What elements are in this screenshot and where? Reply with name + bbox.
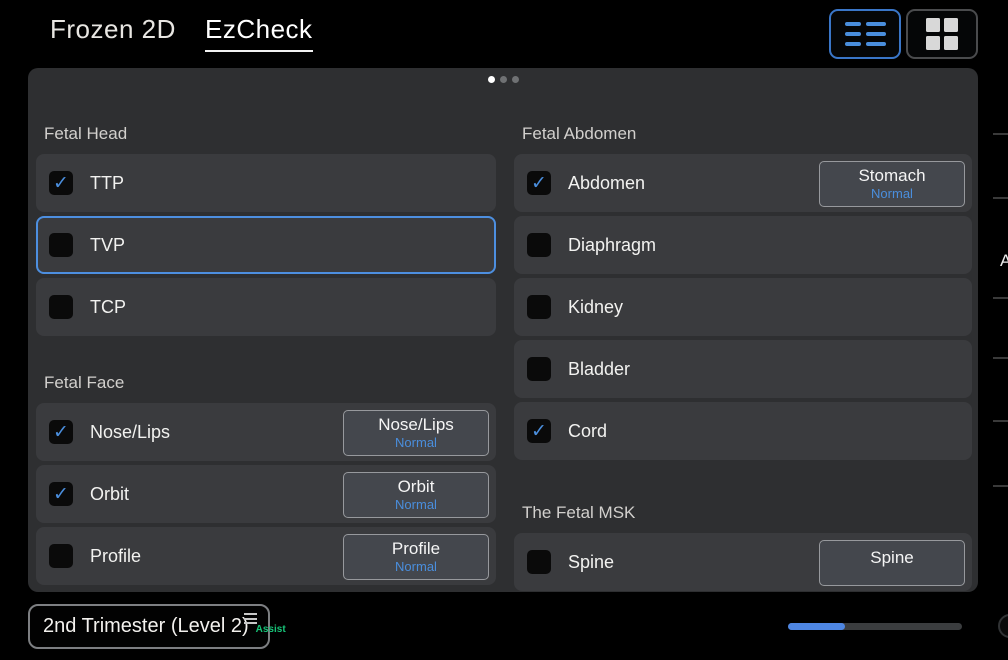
assist-badge: Assist [256,624,286,635]
checkbox-nose-lips[interactable]: ✓ [49,420,73,444]
checkbox-cord[interactable]: ✓ [527,419,551,443]
item-label: Kidney [568,297,623,318]
edge-button-fragment [998,614,1008,638]
status-button-value: Normal [871,186,913,202]
list-icon [845,22,886,46]
checkbox-diaphragm[interactable] [527,233,551,257]
status-button-label: Nose/Lips [378,415,454,435]
status-button-nose-lips[interactable]: Nose/LipsNormal [343,410,489,456]
status-button-value: Normal [395,497,437,513]
focal-marker-label: A [1000,251,1008,271]
depth-tick [993,197,1008,199]
checkbox-profile[interactable] [49,544,73,568]
check-item-profile[interactable]: ProfileProfileNormal [36,527,496,585]
check-icon: ✓ [53,485,69,504]
item-label: Abdomen [568,173,645,194]
depth-tick [993,133,1008,135]
checkbox-bladder[interactable] [527,357,551,381]
check-item-tcp[interactable]: TCP [36,278,496,336]
item-label: TTP [90,173,124,194]
item-label: TVP [90,235,125,256]
section-title: Fetal Abdomen [522,124,972,144]
ezcheck-panel: Fetal Head ✓ TTP TVP TCP Fetal Face ✓ Nose/Lips… [28,68,978,592]
hamburger-icon[interactable] [244,613,257,624]
item-label: Profile [90,546,141,567]
check-item-spine[interactable]: Spine Spine [514,533,972,591]
status-button-label: Spine [870,548,913,568]
checkbox-orbit[interactable]: ✓ [49,482,73,506]
section-the-fetal-msk: The Fetal MSK Spine Spine [514,503,972,591]
depth-tick [993,357,1008,359]
checkbox-tvp[interactable] [49,233,73,257]
check-item-bladder[interactable]: Bladder [514,340,972,398]
depth-tick [993,420,1008,422]
check-icon: ✓ [531,422,547,441]
item-label: Cord [568,421,607,442]
section-fetal-face: Fetal Face✓Nose/LipsNose/LipsNormal✓Orbi… [36,373,496,585]
tab-ezcheck[interactable]: EzCheck [205,14,313,52]
item-label: Bladder [568,359,630,380]
preset-label: 2nd Trimester (Level 2) [43,615,249,638]
check-icon: ✓ [53,174,69,193]
check-item-ttp[interactable]: ✓ TTP [36,154,496,212]
check-item-tvp[interactable]: TVP [36,216,496,274]
section-title: Fetal Face [44,373,496,393]
item-label: Orbit [90,484,129,505]
check-icon: ✓ [53,423,69,442]
check-item-kidney[interactable]: Kidney [514,278,972,336]
mode-label: Frozen 2D [50,14,176,45]
check-item-abdomen[interactable]: ✓ Abdomen StomachNormal [514,154,972,212]
check-icon: ✓ [531,174,547,193]
column-left: Fetal Head ✓ TTP TVP TCP Fetal Face ✓ Nose/Lips… [36,124,496,589]
checkbox-ttp[interactable]: ✓ [49,171,73,195]
status-button-value: Normal [395,435,437,451]
check-item-cord[interactable]: ✓ Cord [514,402,972,460]
section-title: The Fetal MSK [522,503,972,523]
column-right: Fetal Abdomen ✓ Abdomen StomachNormal Diaphr… [514,124,972,595]
status-button-stomach[interactable]: StomachNormal [819,161,965,207]
page-dot-1[interactable] [488,76,495,83]
item-label: Nose/Lips [90,422,170,443]
checkbox-kidney[interactable] [527,295,551,319]
status-button-label: Profile [392,539,440,559]
grid-view-button[interactable] [906,9,978,59]
top-bar: Frozen 2D EzCheck [0,0,1008,68]
grid-icon [926,18,958,50]
checkbox-abdomen[interactable]: ✓ [527,171,551,195]
status-button-label: Orbit [398,477,435,497]
preset-button[interactable]: 2nd Trimester (Level 2) Assist [28,604,270,649]
item-label: Spine [568,552,614,573]
page-dot-3[interactable] [512,76,519,83]
status-button-orbit[interactable]: OrbitNormal [343,472,489,518]
depth-tick [993,485,1008,487]
depth-tick [993,297,1008,299]
ezcheck-screen: Frozen 2D EzCheck Fetal Head✓TTPTVPTCPFe… [0,0,1008,660]
page-indicator [28,76,978,83]
checkbox-tcp[interactable] [49,295,73,319]
status-button-value: Normal [395,559,437,575]
status-button-label: Stomach [858,166,925,186]
section-fetal-abdomen: Fetal Abdomen ✓ Abdomen StomachNormal Diaphr… [514,124,972,460]
check-item-diaphragm[interactable]: Diaphragm [514,216,972,274]
page-scrollbar[interactable] [788,623,962,630]
check-item-orbit[interactable]: ✓OrbitOrbitNormal [36,465,496,523]
status-button-profile[interactable]: ProfileNormal [343,534,489,580]
checkbox-spine[interactable] [527,550,551,574]
page-dot-2[interactable] [500,76,507,83]
section-fetal-head: Fetal Head ✓ TTP TVP TCP [36,124,496,336]
item-label: TCP [90,297,126,318]
item-label: Diaphragm [568,235,656,256]
check-item-nose-lips[interactable]: ✓Nose/LipsNose/LipsNormal [36,403,496,461]
scrollbar-thumb[interactable] [788,623,845,630]
list-view-button[interactable] [829,9,901,59]
status-button-spine[interactable]: Spine [819,540,965,586]
section-title: Fetal Head [44,124,496,144]
